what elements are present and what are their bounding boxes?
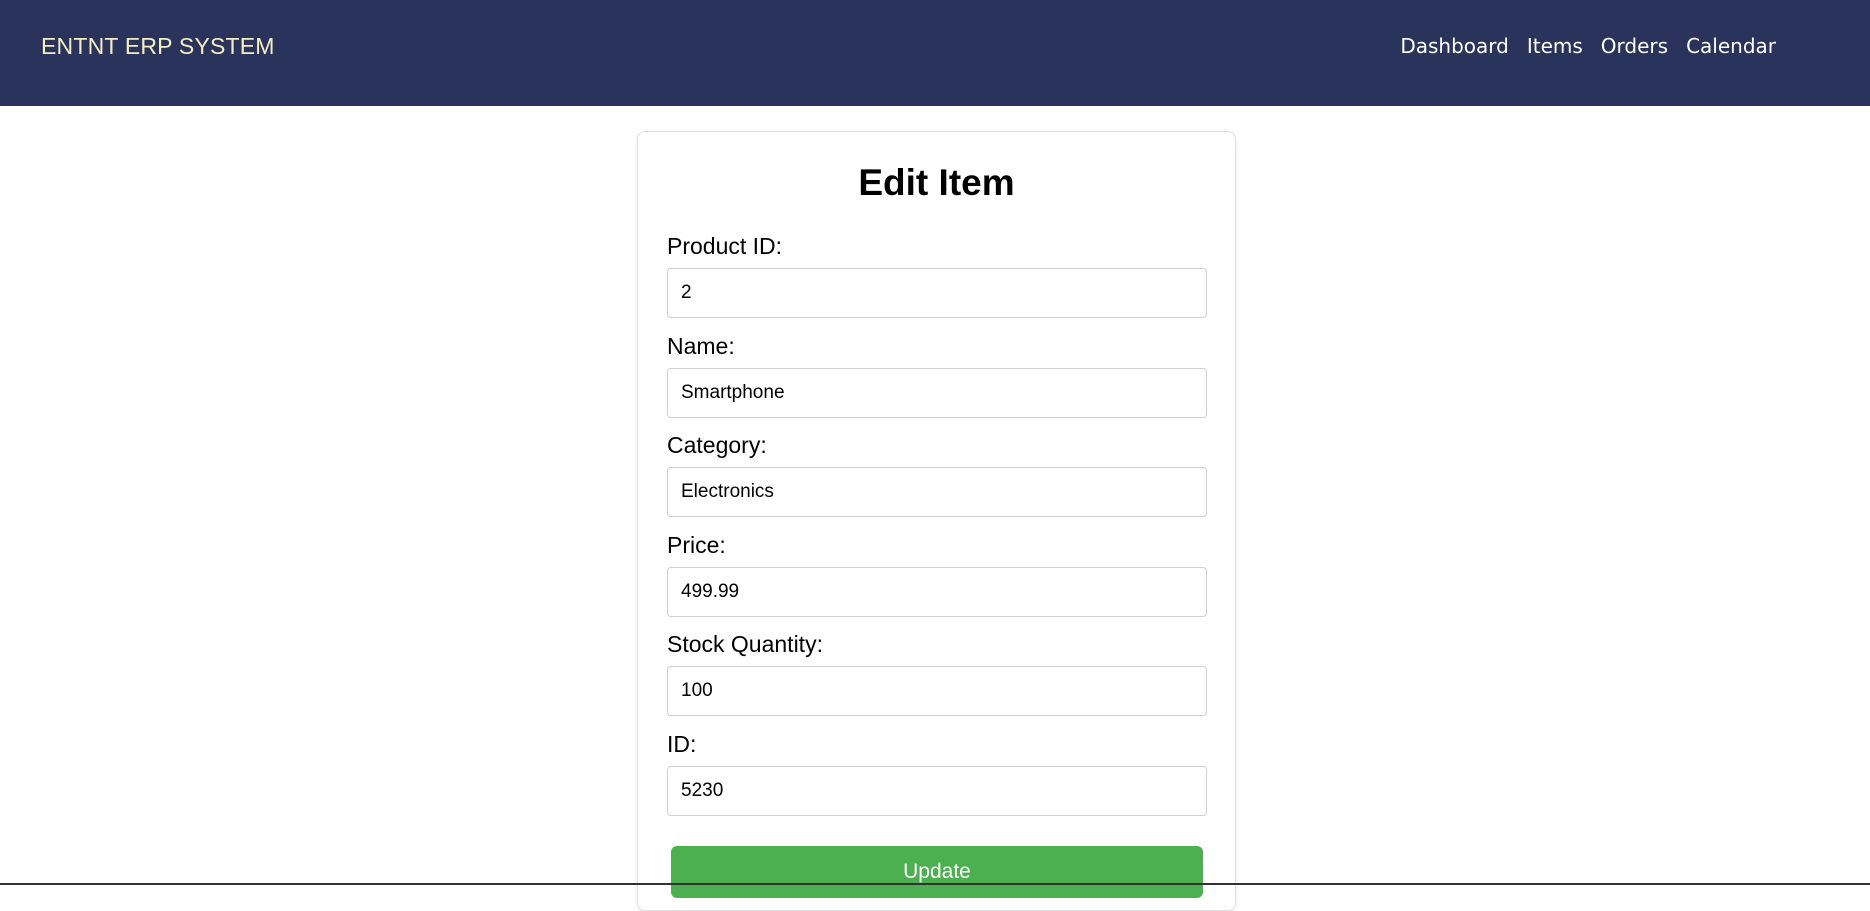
price-field-group: Price: xyxy=(667,531,1207,617)
page-title: Edit Item xyxy=(858,162,1015,203)
product-id-label: Product ID: xyxy=(667,233,783,259)
stock-quantity-input[interactable] xyxy=(667,666,1207,716)
name-field-group: Name: xyxy=(667,332,1207,418)
brand-logo-text[interactable]: ENTNT ERP SYSTEM xyxy=(41,33,275,60)
price-label: Price: xyxy=(667,532,726,558)
id-label: ID: xyxy=(667,731,697,757)
id-field-group: ID: xyxy=(667,730,1207,816)
product-id-input[interactable] xyxy=(667,268,1207,318)
nav-links: Dashboard Items Orders Calendar xyxy=(1382,34,1776,58)
nav-link-orders[interactable]: Orders xyxy=(1601,34,1668,58)
product-id-field-group: Product ID: xyxy=(667,232,1207,318)
edit-item-card: Edit Item Product ID: Name: Category: Pr… xyxy=(637,131,1236,911)
category-input[interactable] xyxy=(667,467,1207,517)
top-navbar: ENTNT ERP SYSTEM Dashboard Items Orders … xyxy=(0,0,1870,106)
name-label: Name: xyxy=(667,333,735,359)
stock-quantity-field-group: Stock Quantity: xyxy=(667,630,1207,716)
id-input[interactable] xyxy=(667,766,1207,816)
nav-link-dashboard[interactable]: Dashboard xyxy=(1400,34,1509,58)
name-input[interactable] xyxy=(667,368,1207,418)
price-input[interactable] xyxy=(667,567,1207,617)
category-field-group: Category: xyxy=(667,431,1207,517)
nav-link-calendar[interactable]: Calendar xyxy=(1686,34,1776,58)
category-label: Category: xyxy=(667,432,767,458)
stock-quantity-label: Stock Quantity: xyxy=(667,631,823,657)
update-button[interactable]: Update xyxy=(671,846,1203,898)
nav-link-items[interactable]: Items xyxy=(1527,34,1583,58)
